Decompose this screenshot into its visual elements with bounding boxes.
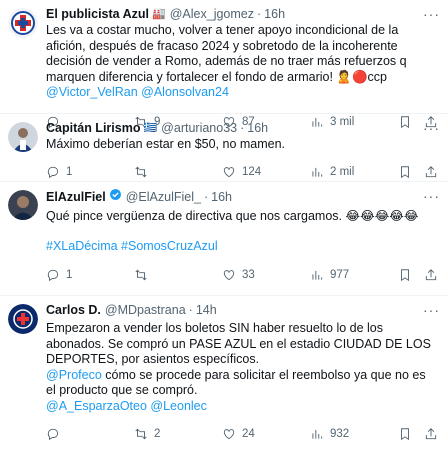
- heart-icon: [223, 270, 235, 281]
- tweet[interactable]: Carlos D. @MDpastrana · 14h ··· Empezaro…: [0, 296, 448, 458]
- mention-link[interactable]: @Profeco: [46, 368, 102, 382]
- bookmark-icon[interactable]: [398, 165, 412, 179]
- reply-count: 1: [66, 165, 73, 178]
- reply-button[interactable]: [46, 427, 134, 441]
- like-button[interactable]: 24: [222, 427, 310, 441]
- views-button[interactable]: 2 mil: [310, 165, 390, 179]
- retweet-button[interactable]: [134, 268, 222, 282]
- tweet-text: Máximo deberían estar en $50, no mamen.: [46, 137, 286, 151]
- tweet-text-content: cómo se procede para solicitar el reembo…: [46, 367, 426, 398]
- like-count: 124: [242, 165, 262, 178]
- retweet-count: 2: [154, 427, 161, 440]
- reply-button[interactable]: 1: [46, 165, 134, 179]
- views-button[interactable]: 932: [310, 427, 390, 441]
- timestamp[interactable]: 16h: [211, 189, 232, 206]
- reply-count: 1: [66, 269, 73, 282]
- tweet-actions: 2 24 932: [46, 419, 438, 449]
- hashtag-links[interactable]: #XLaDécima #SomosCruzAzul: [46, 239, 438, 255]
- timestamp[interactable]: 14h: [196, 302, 217, 319]
- tweet[interactable]: Capitán Lirismo 🇬🇷 @arturiano33 · 16h ··…: [0, 114, 448, 182]
- tweet-text-content: Les va a costar mucho, volver a tener ap…: [46, 23, 407, 84]
- user-handle[interactable]: @MDpastrana: [105, 302, 186, 319]
- separator-dot: ·: [240, 121, 245, 135]
- like-count: 24: [242, 427, 255, 440]
- share-icon[interactable]: [424, 165, 438, 179]
- mention-links[interactable]: @Victor_VelRan @Alonsolvan24: [46, 85, 229, 99]
- share-group: [398, 165, 438, 179]
- verified-icon: [109, 188, 122, 207]
- like-button[interactable]: 33: [222, 268, 310, 282]
- retweet-button[interactable]: [134, 165, 222, 179]
- views-count: 2 mil: [330, 165, 355, 178]
- tweet-actions: 1 33 977: [46, 260, 438, 290]
- separator-dot: ·: [188, 303, 193, 317]
- retweet-icon: [135, 166, 147, 177]
- mention-links[interactable]: @A_EsparzaOteo @Leonlec: [46, 399, 438, 415]
- more-options-icon[interactable]: ···: [423, 6, 440, 22]
- bookmark-icon[interactable]: [398, 268, 412, 282]
- more-options-icon[interactable]: ···: [423, 120, 440, 136]
- reply-icon: [47, 166, 59, 178]
- views-chart-icon: [312, 167, 323, 177]
- user-handle[interactable]: @Alex_jgomez: [170, 6, 254, 23]
- share-icon[interactable]: [424, 427, 438, 441]
- avatar[interactable]: [8, 8, 38, 38]
- separator-dot: ·: [203, 190, 209, 204]
- retweet-icon: [135, 428, 147, 439]
- retweet-icon: [135, 269, 147, 281]
- views-chart-icon: [312, 271, 323, 280]
- share-group: [398, 268, 438, 282]
- views-count: 932: [330, 427, 350, 440]
- user-name[interactable]: ElAzulFiel: [46, 189, 106, 206]
- tweet[interactable]: ElAzulFiel @ElAzulFiel_ · 16h ··· Qué pi…: [0, 182, 448, 296]
- like-count: 33: [242, 269, 255, 282]
- retweet-button[interactable]: 2: [134, 427, 222, 441]
- timestamp[interactable]: 16h: [264, 6, 285, 23]
- heart-icon: [223, 428, 235, 439]
- more-options-icon[interactable]: ···: [423, 188, 440, 204]
- share-icon[interactable]: [424, 268, 438, 282]
- user-name[interactable]: Carlos D.: [46, 302, 101, 319]
- tweet-text: Qué pince vergüenza de directiva que nos…: [46, 209, 419, 223]
- reply-button[interactable]: 1: [46, 268, 134, 282]
- user-handle[interactable]: @arturiano33: [161, 120, 237, 137]
- share-group: [398, 427, 438, 441]
- bookmark-icon[interactable]: [398, 427, 412, 441]
- name-emoji: 🏭: [152, 8, 166, 20]
- avatar[interactable]: [8, 190, 38, 220]
- avatar[interactable]: [8, 122, 38, 152]
- reply-icon: [47, 270, 59, 282]
- tweet-text-paragraph: @Profeco cómo se procede para solicitar …: [46, 368, 438, 399]
- user-name[interactable]: El publicista Azul: [46, 6, 149, 23]
- heart-icon: [223, 166, 235, 177]
- views-chart-icon: [312, 429, 323, 439]
- avatar[interactable]: [8, 304, 38, 334]
- reply-icon: [47, 428, 59, 440]
- views-button[interactable]: 977: [310, 268, 390, 282]
- tweet-text-paragraph: Empezaron a vender los boletos SIN haber…: [46, 321, 431, 367]
- tweet-text: Les va a costar mucho, volver a tener ap…: [46, 23, 438, 101]
- user-name[interactable]: Capitán Lirismo: [46, 120, 140, 137]
- tweet-text: Empezaron a vender los boletos SIN haber…: [46, 321, 438, 415]
- timestamp[interactable]: 16h: [247, 120, 268, 137]
- name-emoji: 🇬🇷: [143, 122, 158, 134]
- tweet[interactable]: El publicista Azul 🏭 @Alex_jgomez · 16h …: [0, 0, 448, 129]
- views-count: 977: [330, 269, 350, 282]
- more-options-icon[interactable]: ···: [423, 302, 440, 318]
- separator-dot: ·: [257, 7, 262, 21]
- like-button[interactable]: 124: [222, 165, 310, 179]
- user-handle[interactable]: @ElAzulFiel_: [126, 189, 201, 206]
